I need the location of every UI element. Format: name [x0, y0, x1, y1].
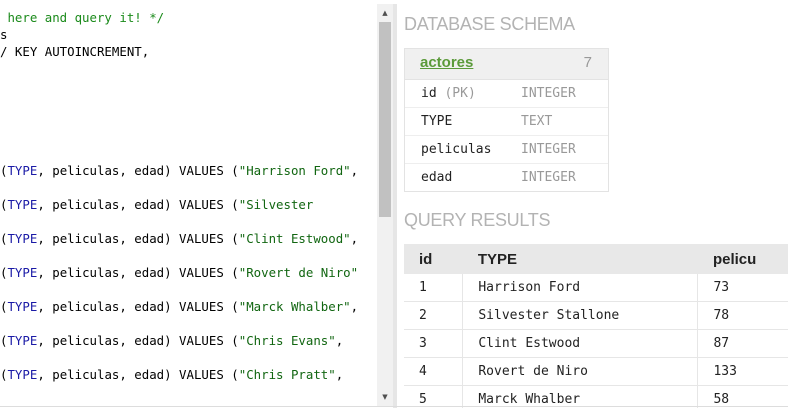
- code-token: "Chris Pratt": [238, 367, 336, 382]
- results-cell: Rovert de Niro: [462, 357, 699, 386]
- column-name-text: edad: [421, 170, 453, 185]
- code-token: TYPE: [7, 367, 38, 382]
- bottom-border: [0, 406, 788, 407]
- code-line[interactable]: here and query it! */: [0, 10, 164, 26]
- code-token: , peliculas, edad) VALUES (: [37, 367, 239, 382]
- code-token: ,: [350, 231, 359, 246]
- code-token: ,: [350, 299, 359, 314]
- editor-scrollbar[interactable]: ▲ ▼: [377, 4, 393, 406]
- code-token: "Marck Whalber": [238, 299, 351, 314]
- schema-column-row: edad INTEGER: [405, 164, 608, 191]
- scrollbar-thumb[interactable]: [379, 22, 391, 217]
- schema-table-card: actores 7 id (PK) INTEGER TYPE TEXT pelicula…: [404, 48, 609, 192]
- results-row: 3 Clint Estwood 87: [404, 329, 788, 358]
- column-name-text: id: [421, 86, 437, 101]
- results-title: QUERY RESULTS: [404, 210, 551, 230]
- schema-column-type: INTEGER: [521, 86, 576, 101]
- results-cell: 73: [697, 274, 788, 302]
- code-token: , peliculas, edad) VALUES (: [37, 231, 239, 246]
- code-token: here and query it! */: [0, 10, 165, 25]
- scroll-down-arrow-icon[interactable]: ▼: [377, 390, 393, 404]
- code-line[interactable]: / KEY AUTOINCREMENT,: [0, 44, 149, 60]
- code-token: "Harrison Ford": [238, 163, 351, 178]
- results-cell: 133: [697, 357, 788, 386]
- code-token: "Chris Evans": [238, 333, 336, 348]
- schema-column-name: TYPE: [421, 114, 452, 129]
- schema-column-row: id (PK) INTEGER: [405, 80, 608, 108]
- results-cell: 4: [404, 357, 464, 386]
- code-token: , peliculas, edad) VALUES (: [37, 299, 239, 314]
- schema-column-name: edad: [421, 170, 452, 185]
- results-row: 1 Harrison Ford 73: [404, 274, 788, 302]
- results-cell: 87: [697, 329, 788, 358]
- code-token: TYPE: [7, 197, 38, 212]
- code-token: TYPE: [7, 163, 38, 178]
- column-name-text: peliculas: [421, 142, 492, 157]
- results-row: 2 Silvester Stallone 78: [404, 301, 788, 330]
- results-header-id: id: [404, 244, 463, 274]
- code-editor[interactable]: here and query it! */ s / KEY AUTOINCREMEN…: [0, 4, 376, 404]
- results-cell: 2: [404, 301, 464, 330]
- schema-title: DATABASE SCHEMA: [404, 14, 575, 34]
- results-cell: 3: [404, 329, 464, 358]
- code-token: ,: [335, 367, 344, 382]
- schema-row-count: 7: [583, 54, 592, 71]
- code-token: , peliculas, edad) VALUES (: [37, 333, 239, 348]
- code-token: , peliculas, edad) VALUES (: [37, 197, 239, 212]
- code-token: , peliculas, edad) VALUES (: [37, 163, 239, 178]
- scroll-up-arrow-icon[interactable]: ▲: [377, 6, 393, 20]
- results-cell: Harrison Ford: [462, 274, 699, 302]
- schema-table-name[interactable]: actores: [420, 54, 473, 71]
- results-cell: 5: [404, 385, 464, 408]
- code-token: / KEY AUTOINCREMENT,: [0, 44, 150, 59]
- code-token: , peliculas, edad) VALUES (: [37, 265, 239, 280]
- results-table: id TYPE pelicu 1 Harrison Ford 73 2 Silveste…: [404, 244, 788, 408]
- code-token: TYPE: [7, 333, 38, 348]
- code-token: ,: [335, 333, 344, 348]
- code-line[interactable]: (TYPE, peliculas, edad) VALUES ("Chris P…: [0, 367, 343, 383]
- schema-column-type: INTEGER: [521, 170, 576, 185]
- schema-column-row: peliculas INTEGER: [405, 136, 608, 164]
- results-cell: Marck Whalber: [462, 385, 699, 408]
- primary-key-badge: (PK): [444, 86, 476, 101]
- code-token: "Rovert de Niro": [238, 265, 359, 280]
- results-cell: 58: [697, 385, 788, 408]
- results-cell: 1: [404, 274, 464, 302]
- code-token: ,: [350, 163, 359, 178]
- schema-column-name: id (PK): [421, 86, 476, 101]
- schema-column-type: INTEGER: [521, 142, 576, 157]
- schema-column-name: peliculas: [421, 142, 491, 157]
- code-line[interactable]: (TYPE, peliculas, edad) VALUES ("Marck W…: [0, 299, 358, 315]
- code-line[interactable]: s: [0, 27, 7, 43]
- code-line[interactable]: (TYPE, peliculas, edad) VALUES ("Harriso…: [0, 163, 358, 179]
- code-line[interactable]: (TYPE, peliculas, edad) VALUES ("Rovert …: [0, 265, 358, 281]
- code-token: "Silvester: [238, 197, 314, 212]
- results-row: 4 Rovert de Niro 133: [404, 357, 788, 386]
- results-cell: 78: [697, 301, 788, 330]
- code-line[interactable]: (TYPE, peliculas, edad) VALUES ("Silvest…: [0, 197, 313, 213]
- column-name-text: TYPE: [421, 114, 453, 129]
- schema-table-header: actores 7: [405, 49, 608, 80]
- schema-column-row: TYPE TEXT: [405, 108, 608, 136]
- code-line[interactable]: (TYPE, peliculas, edad) VALUES ("Clint E…: [0, 231, 358, 247]
- results-cell: Clint Estwood: [462, 329, 699, 358]
- results-header-peliculas: pelicu: [697, 244, 788, 274]
- results-header-row: id TYPE pelicu: [404, 244, 788, 274]
- code-token: TYPE: [7, 231, 38, 246]
- schema-column-type: TEXT: [521, 114, 553, 129]
- code-token: "Clint Estwood": [238, 231, 351, 246]
- code-token: TYPE: [7, 299, 38, 314]
- results-header-type: TYPE: [462, 244, 698, 274]
- code-line[interactable]: (TYPE, peliculas, edad) VALUES ("Chris E…: [0, 333, 343, 349]
- results-cell: Silvester Stallone: [462, 301, 699, 330]
- code-token: TYPE: [7, 265, 38, 280]
- code-token: s: [0, 27, 8, 42]
- results-row: 5 Marck Whalber 58: [404, 385, 788, 408]
- output-panel: DATABASE SCHEMA actores 7 id (PK) INTEGER…: [397, 4, 788, 408]
